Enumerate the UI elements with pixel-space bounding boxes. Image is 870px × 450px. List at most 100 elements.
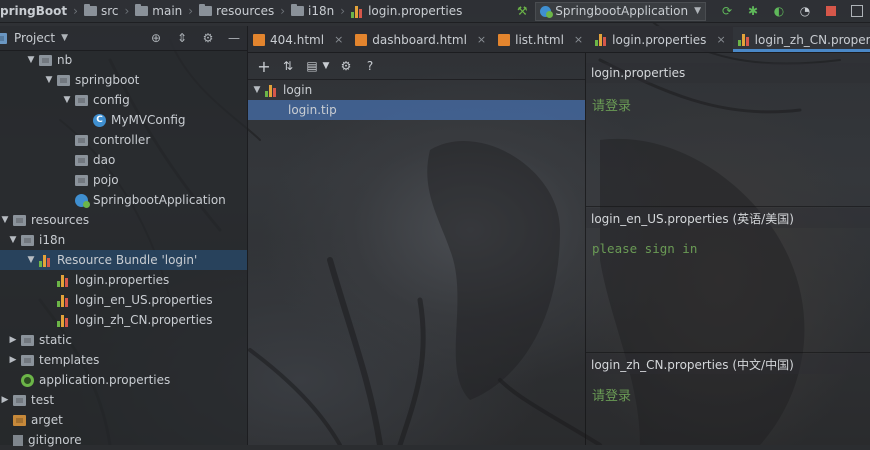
folder-icon (135, 4, 149, 16)
help-icon[interactable]: ? (362, 59, 378, 73)
breadcrumb-item-i18n[interactable]: i18n (291, 4, 340, 18)
run-configuration-select[interactable]: SpringbootApplication ▼ (535, 1, 706, 21)
tree-item[interactable]: ▼ springboot (0, 70, 247, 90)
resource-bundle-icon (57, 314, 70, 327)
tree-item-label: arget (31, 413, 63, 427)
editor-tab-bar: 404.html × dashboard.html × list.html × login.… (248, 26, 870, 53)
chevron-down-icon[interactable]: ▼ (26, 55, 36, 65)
chevron-right-icon[interactable]: ▶ (0, 395, 10, 405)
file-icon (13, 434, 23, 446)
gear-icon[interactable]: ⚙ (201, 31, 215, 45)
editor-tab-label: login.properties (612, 32, 707, 47)
project-panel-title[interactable]: Project (14, 31, 55, 45)
editor-tab-label: dashboard.html (372, 32, 467, 47)
tree-item[interactable]: ▼ config (0, 90, 247, 110)
group-icon[interactable]: ▤ (304, 59, 320, 73)
tree-item[interactable]: gitignore (0, 430, 247, 450)
property-value-zh-cn[interactable]: 请登录 (592, 385, 631, 404)
chevron-down-icon[interactable]: ▼ (322, 61, 330, 71)
debug-icon[interactable]: ✱ (745, 3, 761, 19)
coverage-icon[interactable]: ◐ (771, 3, 787, 19)
close-icon[interactable]: × (334, 33, 343, 46)
tree-item[interactable]: pojo (0, 170, 247, 190)
pane-header-zh-cn: login_zh_CN.properties (中文/中国) (586, 354, 870, 374)
chevron-down-icon[interactable]: ▼ (62, 95, 72, 105)
close-icon[interactable]: × (716, 33, 725, 46)
tree-item[interactable]: ▼ resources (0, 210, 247, 230)
editor-tab[interactable]: 404.html × (248, 27, 350, 52)
tree-item[interactable]: ▶ static (0, 330, 247, 350)
breadcrumb-item-file[interactable]: login.properties (351, 4, 468, 18)
tree-item[interactable]: dao (0, 150, 247, 170)
tree-item[interactable]: ▼ i18n (0, 230, 247, 250)
editor-tab[interactable]: login.properties × (590, 27, 733, 52)
chevron-down-icon[interactable]: ▼ (8, 235, 18, 245)
tree-item[interactable]: login_en_US.properties (0, 290, 247, 310)
property-value-default[interactable]: 请登录 (592, 95, 631, 114)
gear-icon[interactable]: ⚙ (338, 59, 354, 73)
tree-item[interactable]: SpringbootApplication (0, 190, 247, 210)
resource-bundle-icon (57, 274, 70, 287)
breadcrumb-bar: pringBoot › src › main › resources › i18… (0, 0, 870, 23)
split-divider[interactable] (585, 53, 586, 445)
breadcrumb-item-project[interactable]: pringBoot (0, 4, 73, 18)
pane-header-label: login_zh_CN.properties (中文/中国) (591, 357, 794, 372)
tree-item[interactable]: ▼ nb (0, 50, 247, 70)
tree-item[interactable]: login_zh_CN.properties (0, 310, 247, 330)
chevron-down-icon[interactable]: ▼ (0, 215, 10, 225)
close-icon[interactable]: × (574, 33, 583, 46)
pane-divider (586, 352, 870, 353)
profile-icon[interactable]: ◔ (797, 3, 813, 19)
close-icon[interactable]: × (477, 33, 486, 46)
editor-tab[interactable]: login_zh_CN.properties× (732, 27, 870, 52)
tree-item-label: resources (31, 213, 90, 227)
breadcrumb-label: resources (216, 4, 275, 18)
breadcrumb-item-src[interactable]: src (83, 4, 125, 18)
chevron-right-icon[interactable]: ▶ (8, 335, 18, 345)
tree-item-label: pojo (93, 173, 119, 187)
bundle-root-row[interactable]: ▼ login (248, 80, 585, 100)
tree-item-label: dao (93, 153, 116, 167)
tree-item[interactable]: ▶ templates (0, 350, 247, 370)
resource-bundle-icon (39, 254, 52, 267)
frame-icon[interactable] (849, 3, 865, 19)
breadcrumb-separator: › (73, 4, 78, 18)
tree-item-label: i18n (39, 233, 66, 247)
chevron-down-icon[interactable]: ▼ (44, 75, 54, 85)
tree-item[interactable]: controller (0, 130, 247, 150)
chevron-down-icon[interactable]: ▼ (61, 33, 68, 43)
chevron-down-icon[interactable]: ▼ (26, 255, 36, 265)
breadcrumb-label: i18n (308, 4, 335, 18)
bundle-root-label: login (283, 83, 313, 97)
collapse-icon[interactable]: ⇕ (175, 31, 189, 45)
breadcrumb-label: main (152, 4, 183, 18)
folder-icon (21, 334, 34, 346)
add-icon[interactable]: + (256, 57, 272, 76)
pane-header-en-us: login_en_US.properties (英语/美国) (586, 208, 870, 228)
tree-item[interactable]: ▶ test (0, 390, 247, 410)
bundle-key-label: login.tip (288, 103, 337, 117)
breadcrumb-item-main[interactable]: main (135, 4, 188, 18)
target-icon[interactable]: ⊕ (149, 31, 163, 45)
hammer-icon[interactable]: ⚒ (514, 3, 530, 19)
minimize-icon[interactable]: — (227, 31, 241, 45)
tree-item[interactable]: ▼ Resource Bundle 'login' (0, 250, 247, 270)
breadcrumb-item-resources[interactable]: resources (199, 4, 280, 18)
tree-item[interactable]: login.properties (0, 270, 247, 290)
folder-icon (21, 234, 34, 246)
resource-bundle-icon (595, 33, 607, 46)
chevron-right-icon[interactable]: ▶ (8, 355, 18, 365)
tree-item[interactable]: arget (0, 410, 247, 430)
spring-app-icon (75, 193, 90, 208)
stop-icon[interactable] (823, 3, 839, 19)
tree-item[interactable]: C MyMVConfig (0, 110, 247, 130)
sort-icon[interactable]: ⇅ (280, 59, 296, 73)
bundle-key-row[interactable]: login.tip (248, 100, 585, 120)
run-icon[interactable]: ⟳ (719, 3, 735, 19)
tree-item[interactable]: application.properties (0, 370, 247, 390)
folder-icon (75, 134, 88, 146)
editor-tab[interactable]: dashboard.html × (350, 27, 493, 52)
property-value-en-us[interactable]: please sign in (592, 241, 697, 256)
editor-tab[interactable]: list.html × (493, 27, 590, 52)
folder-icon (83, 4, 97, 16)
